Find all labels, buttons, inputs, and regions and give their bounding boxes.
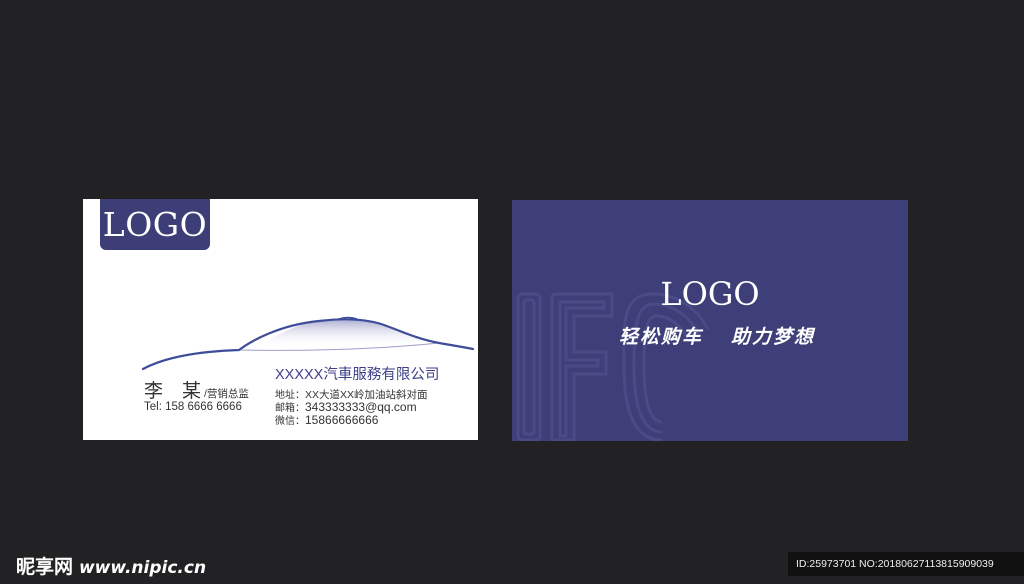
wechat-value: 15866666666	[305, 413, 379, 427]
person-title: /营销总监	[204, 388, 249, 400]
business-card-back: LOGO 轻松购车 助力梦想	[512, 200, 908, 441]
site-name-cn: 昵享网	[16, 556, 74, 578]
company-name: XXXXX汽車服務有限公司	[275, 367, 440, 383]
image-id-strip: ID:25973701 NO:20180627113815909039	[788, 552, 1024, 576]
site-url: www.nipic.cn	[78, 558, 207, 578]
business-card-front: LOGO XXXXX汽車服務有限公司 李 某 /营销总监 Tel: 158 66…	[83, 199, 478, 440]
slogan-right: 助力梦想	[731, 326, 816, 348]
design-canvas: LOGO XXXXX汽車服務有限公司 李 某 /营销总监 Tel: 158 66…	[0, 0, 1024, 584]
slogan-left: 轻松购车	[618, 326, 703, 348]
slogan: 轻松购车 助力梦想	[512, 322, 908, 349]
site-watermark: 昵享网 www.nipic.cn	[16, 552, 206, 579]
wechat-label: 微信：	[275, 416, 305, 427]
back-logo-text: LOGO	[660, 275, 760, 313]
logo-badge: LOGO	[100, 199, 210, 250]
wechat-line: 微信：15866666666	[275, 412, 378, 427]
telephone: Tel: 158 6666 6666	[144, 401, 242, 413]
person-name: 李 某	[144, 381, 202, 402]
logo-text: LOGO	[102, 205, 208, 244]
